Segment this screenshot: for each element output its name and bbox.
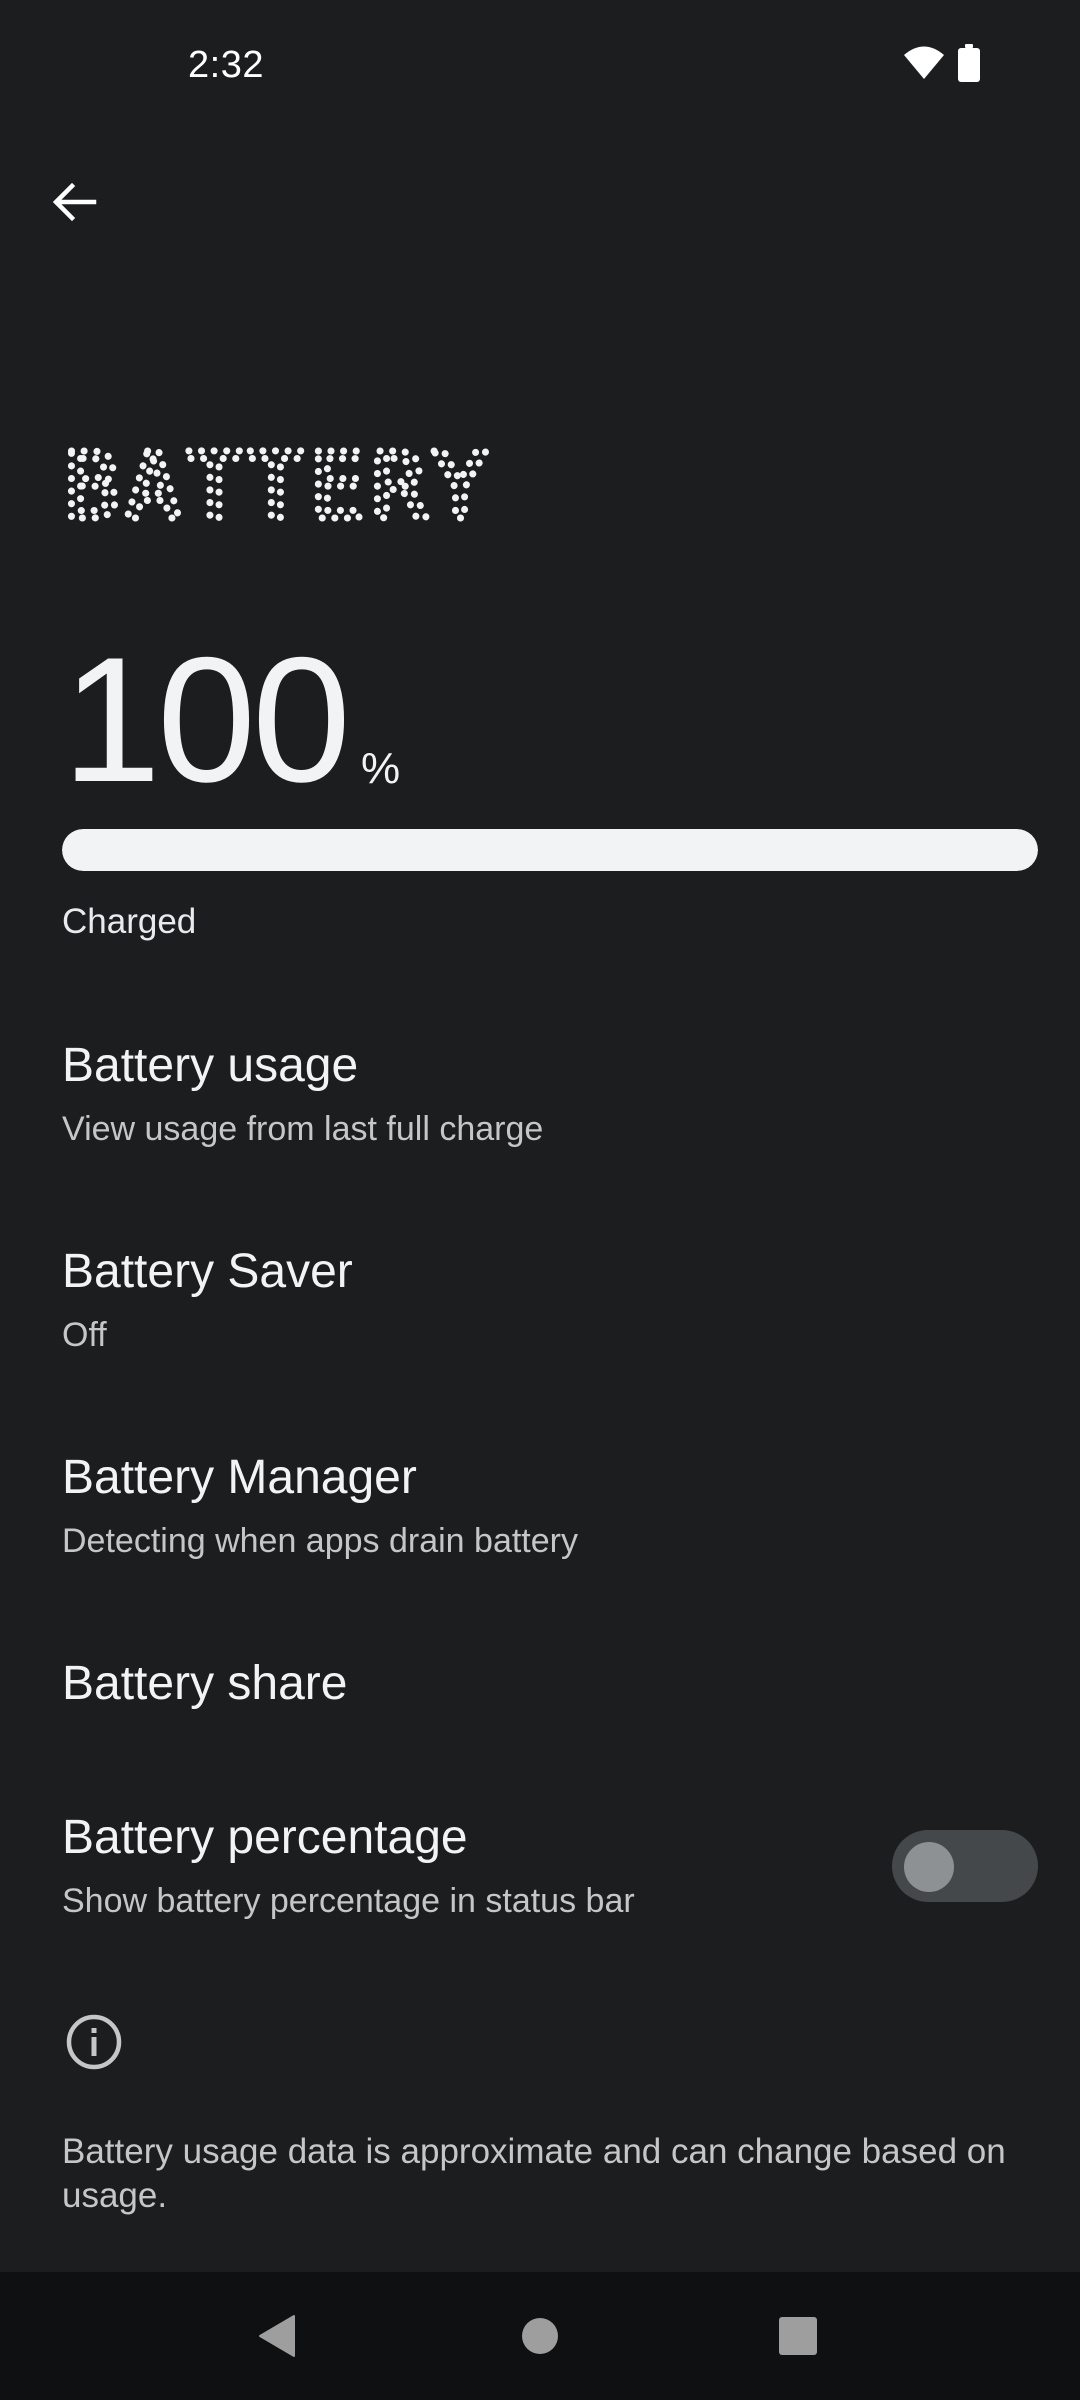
setting-battery-usage[interactable]: Battery usage View usage from last full … <box>0 1022 1080 1182</box>
setting-title: Battery percentage <box>62 1811 468 1864</box>
battery-settings-screen: 2:32 BATTERY 100 % Charged Battery usage… <box>0 0 1080 2400</box>
battery-level-bar <box>62 829 1038 871</box>
setting-battery-percentage[interactable]: Battery percentage Show battery percenta… <box>0 1794 1080 1954</box>
status-bar: 2:32 <box>0 0 1080 132</box>
status-icons <box>904 44 980 87</box>
toggle-thumb <box>904 1842 954 1892</box>
battery-percent: 100 % <box>62 620 401 819</box>
setting-summary: Off <box>62 1316 107 1354</box>
status-time: 2:32 <box>188 44 264 86</box>
battery-icon <box>958 44 980 87</box>
page-title-dot-matrix: BATTERY <box>61 430 494 544</box>
nav-home-icon <box>520 2316 560 2361</box>
charge-status: Charged <box>62 902 197 941</box>
setting-battery-saver[interactable]: Battery Saver Off <box>0 1228 1080 1388</box>
arrow-back-icon <box>50 178 98 231</box>
setting-battery-share[interactable]: Battery share <box>0 1640 1080 1760</box>
setting-battery-manager[interactable]: Battery Manager Detecting when apps drai… <box>0 1434 1080 1594</box>
wifi-icon <box>904 46 944 85</box>
setting-title: Battery share <box>62 1657 348 1710</box>
nav-home-button[interactable] <box>502 2300 578 2376</box>
nav-recents-button[interactable] <box>760 2300 836 2376</box>
battery-percentage-toggle[interactable] <box>892 1830 1038 1902</box>
setting-title: Battery usage <box>62 1039 359 1092</box>
nav-recents-icon <box>778 2316 818 2361</box>
info-icon <box>64 2012 124 2072</box>
nav-back-button[interactable] <box>240 2300 316 2376</box>
battery-percent-unit: % <box>361 744 401 793</box>
setting-summary: Detecting when apps drain battery <box>62 1522 578 1560</box>
nav-back-icon <box>258 2314 298 2363</box>
setting-summary: View usage from last full charge <box>62 1110 544 1148</box>
battery-level-fill <box>62 829 1038 871</box>
footer-text: Battery usage data is approximate and ca… <box>62 2132 1006 2215</box>
battery-percent-value: 100 <box>62 620 351 819</box>
setting-title: Battery Saver <box>62 1245 353 1298</box>
setting-title: Battery Manager <box>62 1451 417 1504</box>
page-title: BATTERY <box>61 430 662 544</box>
back-button[interactable] <box>38 168 110 240</box>
navigation-bar <box>0 2272 1080 2400</box>
page-title-text: BATTERY <box>64 440 494 530</box>
setting-summary: Show battery percentage in status bar <box>62 1882 635 1920</box>
